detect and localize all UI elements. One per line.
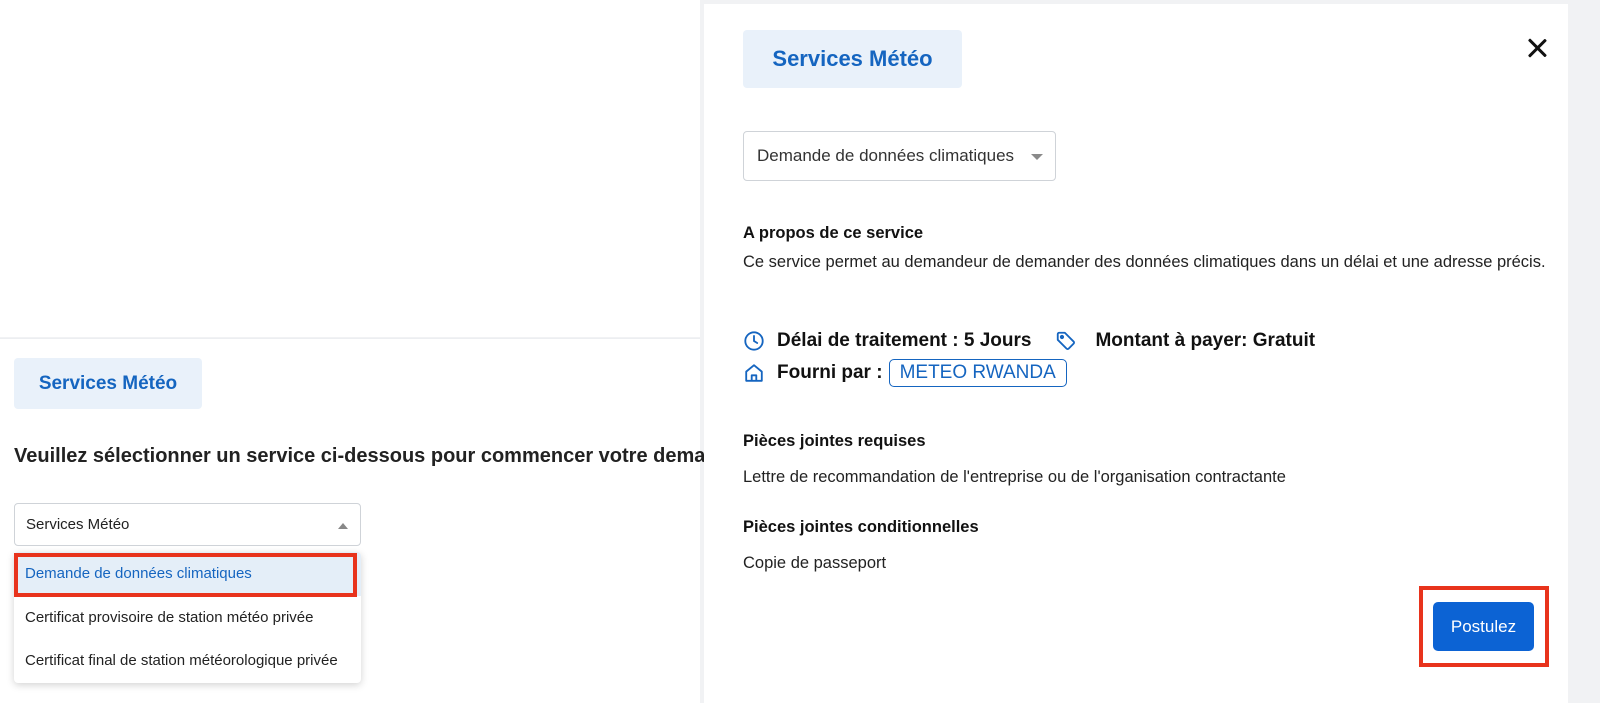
service-select-value: Demande de données climatiques [757, 146, 1015, 165]
about-title: A propos de ce service [743, 224, 924, 242]
highlight-box-option [14, 553, 357, 597]
provided-by-label: Fourni par : [777, 362, 883, 383]
conditional-attachments-text: Copie de passeport [743, 554, 887, 572]
service-select[interactable]: Demande de données climatiques [743, 131, 1056, 181]
tag-icon [1055, 330, 1077, 352]
highlight-box-apply [1419, 586, 1549, 667]
about-text: Ce service permet au demandeur de demand… [743, 253, 1546, 271]
service-selection-panel: Services Météo Veuillez sélectionner un … [0, 338, 741, 703]
chevron-up-icon [338, 523, 348, 529]
provider-row: Fourni par : METEO RWANDA [743, 359, 1067, 387]
services-meteo-chip[interactable]: Services Météo [14, 358, 202, 409]
left-panel-top [0, 0, 700, 337]
services-meteo-chip-detail[interactable]: Services Météo [743, 30, 962, 88]
dropdown-option-provisional-certificate[interactable]: Certificat provisoire de station météo p… [14, 596, 361, 640]
home-icon [743, 362, 765, 384]
provider-badge[interactable]: METEO RWANDA [888, 359, 1067, 387]
service-meta-row: Délai de traitement : 5 Jours Montant à … [743, 330, 1315, 352]
processing-time: Délai de traitement : 5 Jours [777, 330, 1032, 351]
selection-heading: Veuillez sélectionner un service ci-dess… [14, 445, 741, 467]
required-attachments-title: Pièces jointes requises [743, 432, 926, 450]
conditional-attachments-title: Pièces jointes conditionnelles [743, 518, 979, 536]
category-select[interactable]: Services Météo [14, 503, 361, 546]
category-select-value: Services Météo [26, 516, 130, 533]
chevron-down-icon [1031, 154, 1043, 160]
clock-icon [743, 330, 765, 352]
close-icon[interactable] [1527, 38, 1547, 58]
dropdown-option-final-certificate[interactable]: Certificat final de station météorologiq… [14, 639, 361, 683]
required-attachments-text: Lettre de recommandation de l'entreprise… [743, 468, 1286, 486]
service-detail-panel: Services Météo Demande de données climat… [704, 4, 1568, 703]
price: Montant à payer: Gratuit [1095, 330, 1316, 351]
